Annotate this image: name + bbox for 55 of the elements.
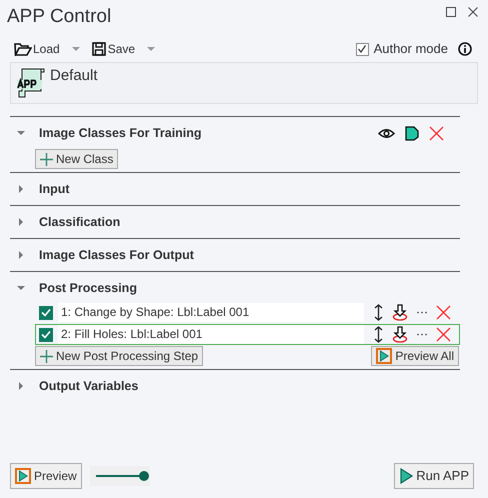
save-button[interactable]: Save [92, 40, 136, 58]
maximize-icon[interactable] [446, 7, 456, 17]
section-header[interactable]: Classification [39, 212, 444, 232]
save-icon [92, 42, 106, 56]
folder-icon [14, 42, 32, 56]
play-icon [15, 468, 31, 484]
step-row[interactable]: 2: Fill Holes: Lbl:Label 001 [35, 324, 460, 345]
up-down-arrow-icon[interactable] [374, 326, 383, 343]
section-header[interactable]: Image Classes For Output [39, 246, 444, 264]
play-icon [376, 348, 392, 364]
new-class-button[interactable]: New Class [35, 149, 118, 169]
plus-icon [40, 350, 53, 362]
zoom-slider[interactable] [90, 466, 150, 486]
dropdown-arrow-icon[interactable] [147, 47, 156, 51]
expand-caret-icon[interactable] [17, 218, 25, 226]
apply-arrow-icon[interactable] [392, 304, 408, 321]
preview-button[interactable]: Preview [10, 463, 82, 489]
author-mode-label: Author mode [374, 40, 448, 58]
section-header[interactable]: Post Processing [39, 278, 444, 298]
window-title: APP Control [7, 5, 112, 29]
up-down-arrow-icon[interactable] [374, 304, 383, 321]
section-header[interactable]: Image Classes For Training [39, 124, 378, 142]
step-label: 1: Change by Shape: Lbl:Label 001 [58, 303, 364, 322]
section-header[interactable]: Input [39, 180, 444, 198]
step-checkbox[interactable] [39, 328, 53, 342]
load-button[interactable]: Load [14, 40, 60, 58]
step-label: 2: Fill Holes: Lbl:Label 001 [58, 325, 364, 344]
collapse-caret-icon[interactable] [17, 284, 25, 292]
play-icon [399, 468, 414, 484]
eye-icon[interactable] [378, 128, 395, 138]
step-row[interactable]: 1: Change by Shape: Lbl:Label 001 [35, 302, 460, 323]
delete-icon[interactable] [429, 126, 444, 140]
preview-all-button[interactable]: Preview All [371, 346, 459, 366]
collapse-caret-icon[interactable] [17, 129, 25, 137]
expand-caret-icon[interactable] [17, 251, 25, 259]
new-step-button[interactable]: New Post Processing Step [35, 346, 204, 366]
run-app-button[interactable]: Run APP [394, 463, 474, 489]
close-icon[interactable] [468, 7, 478, 17]
app-scroll-icon [16, 66, 46, 98]
section-header[interactable]: Output Variables [39, 376, 444, 396]
more-icon[interactable] [417, 333, 427, 336]
polygon-icon[interactable] [405, 126, 419, 140]
expand-caret-icon[interactable] [17, 382, 25, 390]
more-icon[interactable] [417, 311, 427, 314]
dropdown-arrow-icon[interactable] [72, 47, 80, 51]
app-name: Default [50, 66, 98, 86]
plus-icon [40, 152, 53, 166]
step-checkbox[interactable] [39, 306, 53, 320]
delete-icon[interactable] [436, 305, 451, 320]
expand-caret-icon[interactable] [17, 185, 25, 193]
slider-thumb[interactable] [138, 471, 149, 481]
delete-icon[interactable] [436, 327, 451, 342]
author-mode-checkbox[interactable] [356, 42, 369, 56]
info-icon[interactable] [458, 42, 472, 56]
apply-arrow-icon[interactable] [392, 326, 408, 343]
